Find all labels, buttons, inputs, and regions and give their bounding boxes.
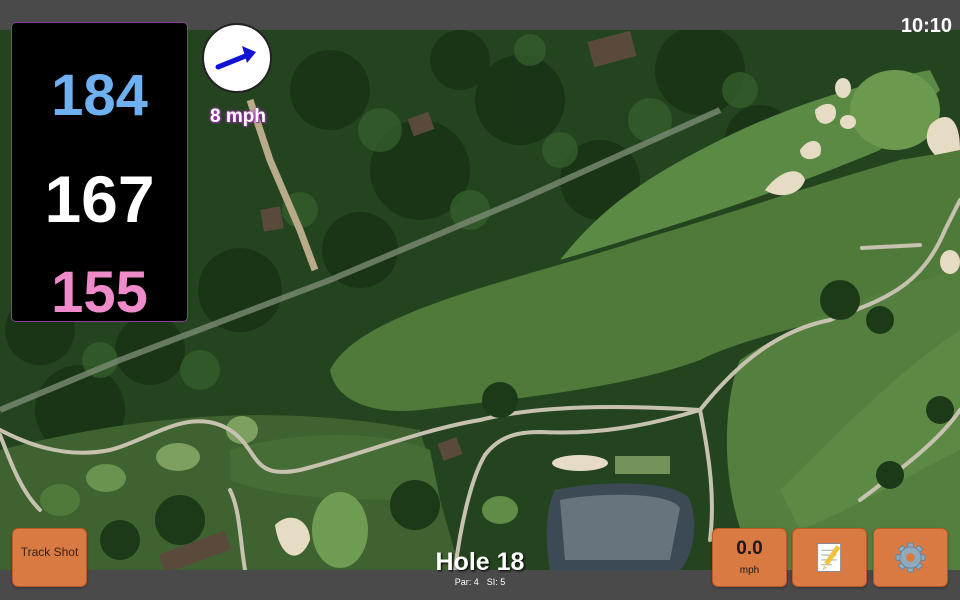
track-shot-button[interactable]: Track Shot	[12, 528, 87, 587]
notepad-icon	[816, 543, 842, 572]
wind-speed: 8 mph	[210, 106, 266, 127]
notes-button[interactable]	[792, 528, 867, 587]
arrow-icon	[215, 46, 256, 70]
track-shot-label: Track Shot	[20, 545, 79, 559]
speed-unit: mph	[739, 565, 760, 576]
distance-middle: 167	[44, 162, 155, 236]
settings-button[interactable]	[873, 528, 948, 587]
speed-value: 0.0	[736, 538, 763, 559]
speed-button[interactable]: 0.0 mph	[712, 528, 787, 587]
clock: 10:10	[900, 15, 952, 37]
distance-panel: 184 167 155	[11, 22, 188, 325]
distance-front: 155	[51, 260, 148, 325]
distance-back: 184	[51, 63, 148, 128]
hole-title: Hole 18	[435, 548, 525, 576]
hole-info: Par: 4 SI: 5	[380, 577, 580, 588]
gear-icon	[895, 542, 926, 573]
hole-par: Par: 4	[454, 577, 479, 587]
hole-si: SI: 5	[486, 577, 506, 587]
wind-direction-dial	[202, 23, 272, 93]
